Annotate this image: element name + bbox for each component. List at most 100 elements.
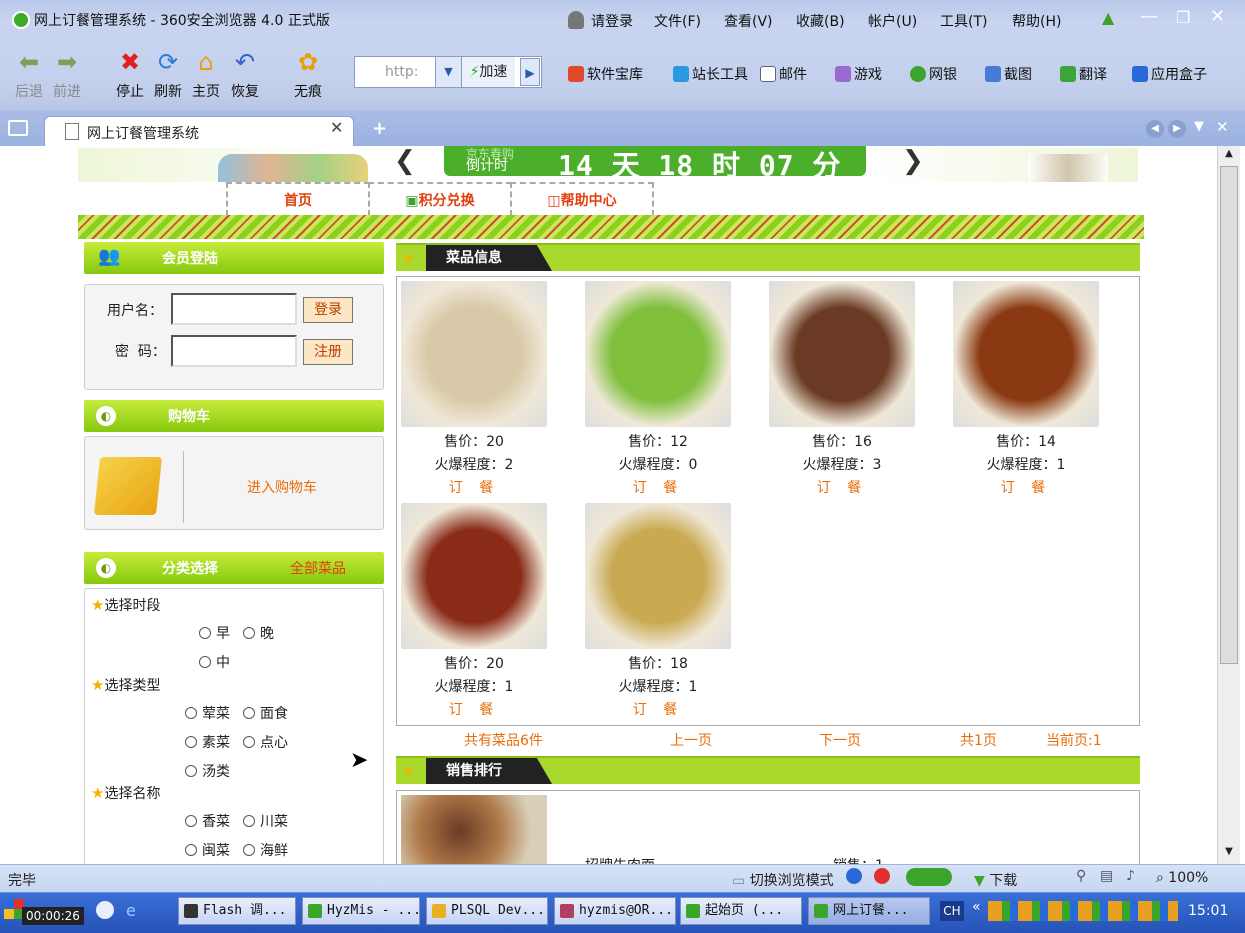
tool-software[interactable]: 软件宝库 [568,64,643,84]
tool-bank[interactable]: 网银 [910,64,957,84]
tab-active[interactable]: 网上订餐管理系统 [44,116,354,146]
dish-image[interactable] [401,281,547,427]
radio-meat[interactable]: 荤菜 [185,703,230,723]
scroll-thumb[interactable] [1220,166,1238,664]
menu-file[interactable]: 文件(F) [654,11,701,31]
radio-coriander[interactable]: 香菜 [185,811,230,831]
ie-icon[interactable] [846,868,862,884]
dish-image[interactable] [585,281,731,427]
dish-image[interactable] [769,281,915,427]
close-all-tabs-icon[interactable]: ✕ [1216,118,1229,136]
scroll-down-icon[interactable]: ▼ [1220,846,1238,862]
task-icon [686,904,700,918]
order-link[interactable]: 订 餐 [401,477,547,499]
tab-close-icon[interactable]: ✕ [330,118,343,137]
tool-appbox[interactable]: 应用盒子 [1132,64,1207,84]
order-link[interactable]: 订 餐 [401,699,547,721]
restore-button[interactable]: ↶ 恢复 [220,47,270,101]
login-button[interactable]: 登录 [303,297,353,323]
username-input[interactable] [171,293,297,325]
sidebar-toggle-icon[interactable] [8,120,28,136]
address-input[interactable]: http: [385,64,435,80]
nav-home[interactable]: 首页 [226,182,370,216]
task-startpage[interactable]: 起始页 (... [680,897,802,925]
radio-lunch[interactable]: 中 [199,652,230,672]
order-link[interactable]: 订 餐 [953,477,1099,499]
tab-scroll-left-icon[interactable]: ◀ [1146,120,1164,138]
task-ordering[interactable]: 网上订餐... [808,897,930,925]
maximize-button[interactable]: ❐ [1176,8,1190,27]
scroll-up-icon[interactable]: ▲ [1220,148,1238,164]
menu-help[interactable]: 帮助(H) [1012,11,1061,31]
tab-scroll-right-icon[interactable]: ▶ [1168,120,1186,138]
zoom-control[interactable]: ⌕ 100% [1156,870,1208,886]
prev-page-link[interactable]: 上一页 [670,730,712,750]
minimize-button[interactable]: — [1140,6,1158,27]
pin-status-icon[interactable]: ⚲ [1076,868,1086,884]
ie-quicklaunch-icon[interactable]: e [126,901,144,920]
radio-soup[interactable]: 汤类 [185,761,230,781]
tab-list-icon[interactable]: ▼ [1194,119,1204,134]
accelerate-button[interactable]: ⚡加速 [461,57,515,87]
dish-image[interactable] [953,281,1099,427]
order-link[interactable]: 订 餐 [585,699,731,721]
nav-points[interactable]: ▣积分兑换 [368,182,512,216]
menu-tools[interactable]: 工具(T) [940,11,987,31]
task-oracle[interactable]: hyzmis@OR... [554,897,676,925]
close-window-button[interactable]: ✕ [1210,6,1225,27]
new-tab-button[interactable]: + [372,118,387,139]
address-dropdown-button[interactable]: ▼ [435,57,461,87]
volume-icon[interactable]: ♪ [1126,868,1135,884]
radio-dinner[interactable]: 晚 [243,623,274,643]
sales-item-name[interactable]: 招牌牛肉面 [585,855,655,864]
radio-snack[interactable]: 点心 [243,732,288,752]
security-icon[interactable] [874,868,890,884]
tool-games[interactable]: 游戏 [835,64,882,84]
incognito-button[interactable]: ✿ 无痕 [283,47,333,101]
menu-account[interactable]: 帐户(U) [868,11,917,31]
banner-prev-icon[interactable]: ❮ [394,146,416,176]
radio-noodle[interactable]: 面食 [243,703,288,723]
task-flash[interactable]: Flash 调... [178,897,296,925]
menu-favorites[interactable]: 收藏(B) [796,11,845,31]
switch-mode-button[interactable]: ▭ 切换浏览模式 [732,870,834,890]
language-indicator[interactable]: CH [940,901,964,921]
quicklaunch-icon[interactable] [96,901,114,919]
tool-mail[interactable]: 邮件 [760,64,807,84]
tool-screenshot[interactable]: 截图 [985,64,1032,84]
skin-icon[interactable]: ▲ [1102,8,1114,27]
all-dishes-link[interactable]: 全部菜品 [290,558,346,578]
login-link[interactable]: 请登录 [591,11,633,31]
order-link[interactable]: 订 餐 [769,477,915,499]
print-icon[interactable]: ▤ [1100,868,1113,884]
page-scrollbar[interactable]: ▲ ▼ [1217,146,1240,864]
toggle-icon[interactable] [906,868,952,886]
radio-fujian[interactable]: 闽菜 [185,840,230,860]
address-bar[interactable]: http: ▼ ⚡加速 [354,56,542,88]
radio-sichuan[interactable]: 川菜 [243,811,288,831]
order-link[interactable]: 订 餐 [585,477,731,499]
task-hyzmis[interactable]: HyzMis - ... [302,897,420,925]
download-button[interactable]: ▼ 下载 [974,870,1017,890]
tray-icons[interactable] [988,901,1178,921]
start-icon[interactable] [4,899,24,919]
tool-webmaster[interactable]: 站长工具 [673,64,748,84]
enter-cart-link[interactable]: 进入购物车 [247,477,317,497]
radio-seafood[interactable]: 海鲜 [243,840,288,860]
go-button[interactable]: ▶ [520,58,540,86]
banner-next-icon[interactable]: ❯ [902,146,924,176]
next-page-link[interactable]: 下一页 [819,730,861,750]
radio-breakfast[interactable]: 早 [199,623,230,643]
task-plsql[interactable]: PLSQL Dev... [426,897,548,925]
radio-vegetable[interactable]: 素菜 [185,732,230,752]
sales-dish-image[interactable] [401,795,547,864]
tool-translate[interactable]: 翻译 [1060,64,1107,84]
forward-button[interactable]: ➡ 前进 [42,47,92,101]
menu-view[interactable]: 查看(V) [724,11,773,31]
tray-expand-icon[interactable]: « [972,899,981,915]
dish-image[interactable] [585,503,731,649]
password-input[interactable] [171,335,297,367]
register-button[interactable]: 注册 [303,339,353,365]
nav-help[interactable]: ◫帮助中心 [510,182,654,216]
dish-image[interactable] [401,503,547,649]
